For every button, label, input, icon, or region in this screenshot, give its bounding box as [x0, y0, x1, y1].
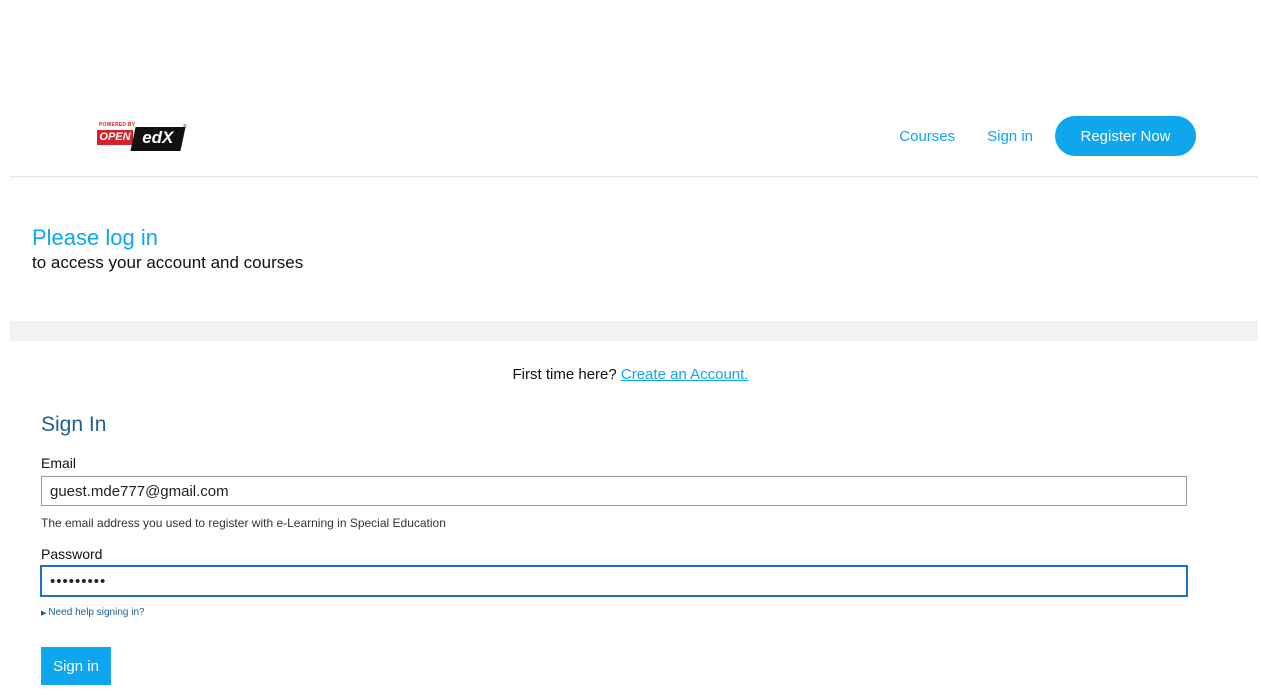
page-title: Please log in — [32, 225, 158, 250]
logo-open-text: OPEN — [97, 130, 133, 145]
logo-edx-box: edX — [130, 127, 186, 151]
logo-powered-text: POWERED BY — [99, 122, 136, 128]
need-help-toggle[interactable]: ▶ Need help signing in? — [41, 607, 145, 618]
site-header: POWERED BY OPEN edX ® Courses Sign in Re… — [10, 100, 1258, 177]
need-help-label: Need help signing in? — [48, 607, 145, 618]
register-now-button[interactable]: Register Now — [1055, 116, 1196, 156]
email-hint: The email address you used to register w… — [41, 516, 446, 530]
email-label: Email — [41, 455, 77, 471]
first-time-prompt: First time here? — [512, 366, 617, 383]
triangle-right-icon: ▶ — [41, 610, 47, 617]
signin-form-title: Sign In — [41, 413, 107, 436]
nav-courses-link[interactable]: Courses — [899, 128, 955, 145]
logo-registered-mark: ® — [183, 124, 187, 130]
password-field[interactable] — [40, 565, 1188, 597]
email-field[interactable] — [41, 476, 1187, 506]
openedx-logo[interactable]: POWERED BY OPEN edX ® — [97, 122, 189, 158]
main-nav: Courses Sign in Register Now — [899, 116, 1196, 156]
create-account-link[interactable]: Create an Account. — [621, 366, 749, 383]
nav-signin-link[interactable]: Sign in — [987, 128, 1033, 145]
signin-submit-button[interactable]: Sign in — [41, 647, 111, 685]
password-label: Password — [41, 546, 103, 562]
logo-edx-text: edX — [142, 128, 174, 147]
first-time-notice: First time here? Create an Account. — [0, 366, 1261, 383]
section-divider — [10, 321, 1258, 341]
login-page: POWERED BY OPEN edX ® Courses Sign in Re… — [0, 0, 1261, 698]
page-subtitle: to access your account and courses — [32, 253, 304, 272]
